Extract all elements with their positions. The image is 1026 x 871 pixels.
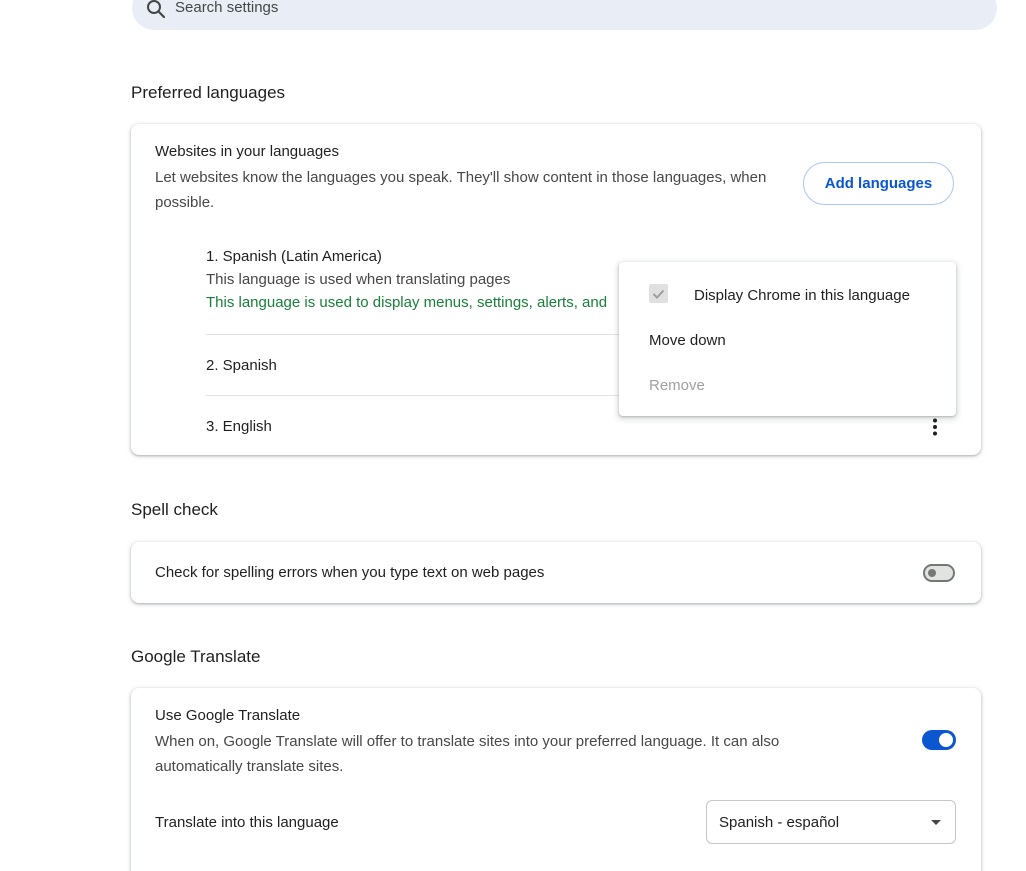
section-title-spell-check: Spell check: [131, 500, 218, 519]
translate-into-label: Translate into this language: [155, 814, 339, 831]
section-title-preferred-languages: Preferred languages: [131, 83, 286, 102]
selected-language: Spanish - español: [719, 814, 840, 831]
translate-heading: Use Google Translate: [155, 707, 301, 724]
google-translate-toggle[interactable]: [922, 730, 956, 750]
section-title-google-translate: Google Translate: [131, 647, 261, 666]
language-context-menu: Display Chrome in this language Move dow…: [619, 262, 956, 416]
languages-heading: Websites in your languages: [155, 143, 339, 160]
search-input[interactable]: Search settings: [132, 0, 997, 30]
add-languages-button[interactable]: Add languages: [803, 162, 954, 205]
search-icon: [146, 0, 166, 19]
search-placeholder: Search settings: [175, 0, 279, 16]
checkbox-display-chrome[interactable]: [649, 284, 668, 303]
menu-item-remove: Remove: [649, 377, 705, 394]
language-item-3: 3. English: [206, 418, 956, 435]
menu-item-move-down[interactable]: Move down: [649, 332, 726, 349]
settings-page: Search settings Preferred languages Webs…: [0, 0, 1026, 871]
toggle-knob: [928, 569, 936, 577]
google-translate-card: Use Google Translate When on, Google Tra…: [131, 688, 981, 871]
languages-description: Let websites know the languages you spea…: [155, 169, 767, 211]
translate-description: When on, Google Translate will offer to …: [155, 733, 780, 775]
spell-check-label: Check for spelling errors when you type …: [155, 564, 545, 581]
language-name: 3. English: [206, 418, 272, 435]
spell-check-toggle[interactable]: [923, 564, 955, 582]
more-actions-icon[interactable]: [923, 415, 947, 439]
spell-check-card: Check for spelling errors when you type …: [131, 542, 981, 603]
menu-item-display-chrome[interactable]: Display Chrome in this language: [694, 287, 910, 304]
language-ui-note: This language is used to display menus, …: [206, 294, 608, 311]
toggle-knob: [939, 733, 953, 747]
translate-language-select[interactable]: Spanish - español: [706, 800, 956, 844]
check-icon: [652, 289, 665, 299]
dropdown-caret-icon: [931, 820, 941, 825]
